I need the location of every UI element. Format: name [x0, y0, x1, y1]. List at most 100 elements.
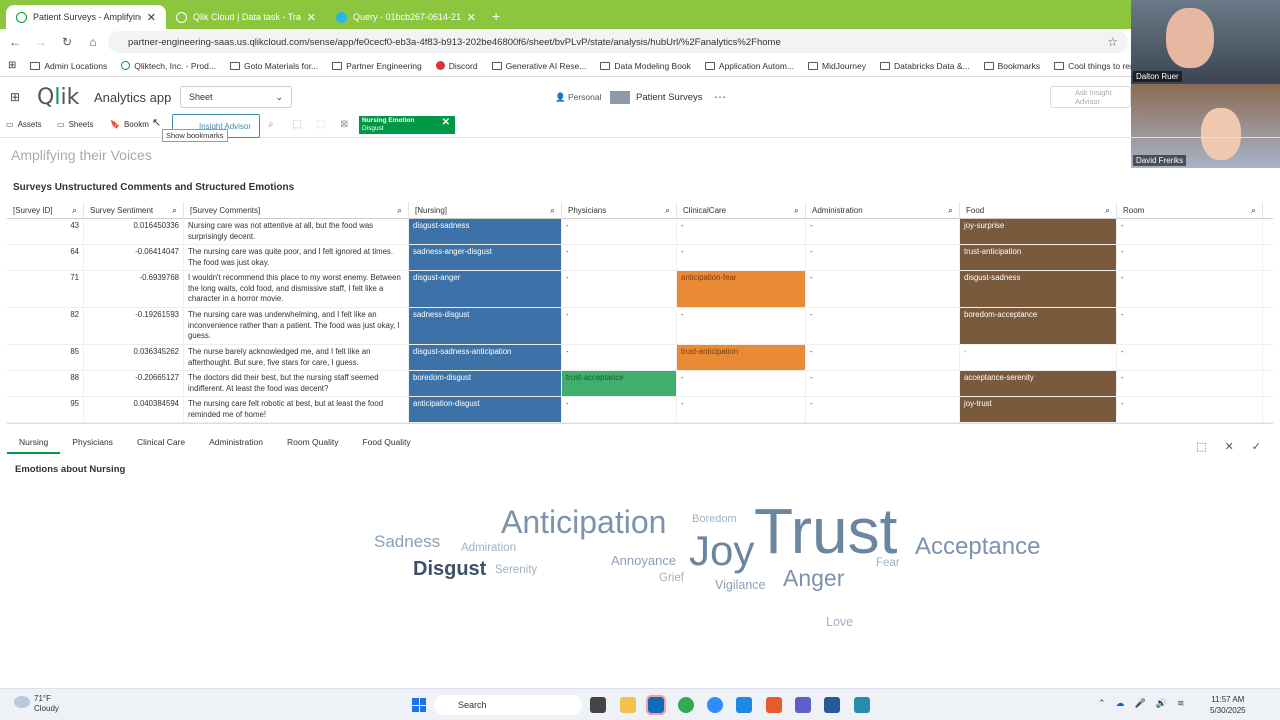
- table-row[interactable]: 82 -0.19261593 The nursing care was underw…: [7, 308, 1273, 345]
- cell-phys[interactable]: -: [562, 308, 677, 344]
- cell-food[interactable]: joy-surprise: [960, 219, 1117, 244]
- bookmark-item[interactable]: MidJourney: [808, 61, 866, 71]
- cell-clin[interactable]: -: [677, 371, 806, 396]
- close-tab-icon[interactable]: ✕: [467, 11, 476, 24]
- word-annoyance[interactable]: Annoyance: [611, 553, 676, 568]
- clear-selection-icon[interactable]: ✕: [442, 118, 450, 128]
- header-clinicalcare[interactable]: ClinicalCare ⌕: [677, 202, 806, 219]
- selection-chip[interactable]: Nursing Emotion Disgust ✕: [359, 116, 455, 134]
- bookmark-item[interactable]: Generative AI Rese...: [491, 61, 586, 71]
- cell-phys[interactable]: trust-acceptance: [562, 371, 677, 396]
- bookmark-item[interactable]: Bookmarks: [983, 61, 1040, 71]
- cell-food[interactable]: trust-anticipation: [960, 245, 1117, 270]
- bookmark-item[interactable]: Databricks Data &...: [879, 61, 970, 71]
- sheets-button[interactable]: ▭ Sheets: [57, 120, 93, 129]
- word-admiration[interactable]: Admiration: [461, 542, 516, 554]
- bookmark-star-icon[interactable]: ☆: [1107, 35, 1118, 49]
- cell-clin[interactable]: anticipation-fear: [677, 271, 806, 307]
- windows-start-icon[interactable]: [412, 698, 426, 712]
- apps-grid-icon[interactable]: ⊞: [8, 60, 16, 71]
- search-icon[interactable]: ⌕: [397, 205, 402, 216]
- cell-nursing[interactable]: boredom-disgust: [409, 371, 562, 396]
- header-comments[interactable]: [Survey Comments] ⌕: [184, 202, 409, 219]
- cell-phys[interactable]: -: [562, 397, 677, 422]
- word-anger[interactable]: Anger: [783, 565, 844, 592]
- cell-clin[interactable]: -: [677, 308, 806, 344]
- cell-clin[interactable]: -: [677, 245, 806, 270]
- header-nursing[interactable]: [Nursing] ⌕: [409, 202, 562, 219]
- close-tab-icon[interactable]: ✕: [147, 11, 156, 24]
- cell-nursing[interactable]: disgust-anger: [409, 271, 562, 307]
- personal-space[interactable]: 👤 Personal: [555, 92, 602, 103]
- chevron-up-icon[interactable]: ⌃: [1098, 698, 1106, 709]
- bookmark-item[interactable]: Goto Materials for...: [229, 61, 318, 71]
- forward-icon[interactable]: →: [34, 35, 48, 49]
- word-disgust[interactable]: Disgust: [413, 558, 486, 581]
- cell-food[interactable]: disgust-sadness: [960, 271, 1117, 307]
- header-sentiment[interactable]: Survey Sentiment ⌕: [84, 202, 184, 219]
- word-love[interactable]: Love: [826, 615, 853, 629]
- table-row[interactable]: 88 -0.20665127 The doctors did their best,…: [7, 371, 1273, 397]
- header-administration[interactable]: Administration ⌕: [806, 202, 960, 219]
- word-icon[interactable]: [824, 697, 840, 713]
- zoom-icon[interactable]: [707, 697, 723, 713]
- cell-clin[interactable]: -: [677, 397, 806, 422]
- header-food[interactable]: Food ⌕: [960, 202, 1117, 219]
- assets-button[interactable]: ▭ Assets: [6, 120, 42, 129]
- bookmark-item[interactable]: Partner Engineering: [332, 61, 422, 71]
- app-launcher-icon[interactable]: ⊞: [10, 90, 20, 104]
- word-grief[interactable]: Grief: [659, 572, 684, 584]
- search-icon[interactable]: ⌕: [665, 205, 670, 216]
- browser-tab-query[interactable]: Query - 01bcb267-0614-210a- ✕: [326, 5, 486, 29]
- task-view-icon[interactable]: [590, 697, 606, 713]
- cell-nursing[interactable]: anticipation-disgust: [409, 397, 562, 422]
- cell-clin[interactable]: trust-anticipation: [677, 345, 806, 370]
- word-fear[interactable]: Fear: [876, 557, 900, 569]
- browser-tab-qlik-cloud[interactable]: Qlik Cloud | Data task - Transfo ✕: [166, 5, 326, 29]
- chrome-icon[interactable]: [678, 697, 694, 713]
- cell-phys[interactable]: -: [562, 219, 677, 244]
- cell-phys[interactable]: -: [562, 245, 677, 270]
- more-options-icon[interactable]: ⋯: [714, 90, 726, 104]
- microphone-icon[interactable]: 🎤: [1135, 698, 1146, 709]
- reload-icon[interactable]: ↻: [60, 35, 74, 49]
- url-field[interactable]: partner-engineering-saas.us.qlikcloud.co…: [108, 31, 1128, 53]
- cell-nursing[interactable]: disgust-sadness: [409, 219, 562, 244]
- bookmark-item[interactable]: Admin Locations: [30, 61, 107, 71]
- table-row[interactable]: 95 0.040384594 The nursing care felt robot…: [7, 397, 1273, 423]
- header-survey-id[interactable]: [Survey ID] ⌕: [7, 202, 84, 219]
- qlik-logo[interactable]: Qlik: [37, 85, 79, 110]
- selection-tool-icon[interactable]: ⬚: [292, 119, 301, 130]
- table-row[interactable]: 71 -0.6939768 I wouldn't recommend this pl…: [7, 271, 1273, 308]
- word-vigilance[interactable]: Vigilance: [715, 578, 766, 592]
- wifi-icon[interactable]: ≋: [1177, 698, 1185, 709]
- cell-phys[interactable]: -: [562, 271, 677, 307]
- search-icon[interactable]: ⌕: [72, 205, 77, 216]
- table-row[interactable]: 43 0.016450336 Nursing care was not attent…: [7, 219, 1273, 245]
- table-row[interactable]: 85 0.036345262 The nurse barely acknowledg…: [7, 345, 1273, 371]
- remote-desktop-icon[interactable]: [736, 697, 752, 713]
- cell-food[interactable]: -: [960, 345, 1117, 370]
- cell-nursing[interactable]: sadness-disgust: [409, 308, 562, 344]
- cell-nursing[interactable]: disgust-sadness-anticipation: [409, 345, 562, 370]
- system-clock[interactable]: 11:57 AM 5/30/2025: [1210, 694, 1246, 716]
- sheet-dropdown[interactable]: Sheet ⌄: [180, 86, 292, 108]
- cell-food[interactable]: acceptance-serenity: [960, 371, 1117, 396]
- word-acceptance[interactable]: Acceptance: [915, 533, 1040, 561]
- volume-icon[interactable]: 🔊: [1156, 698, 1167, 709]
- cell-clin[interactable]: -: [677, 219, 806, 244]
- bookmark-item[interactable]: Discord: [435, 61, 478, 71]
- search-icon[interactable]: ⌕: [948, 205, 953, 216]
- outlook-icon[interactable]: [646, 695, 666, 715]
- cell-phys[interactable]: -: [562, 345, 677, 370]
- cell-food[interactable]: joy-trust: [960, 397, 1117, 422]
- bookmark-item[interactable]: Data Modeling Book: [600, 61, 691, 71]
- new-tab-icon[interactable]: +: [492, 8, 500, 24]
- word-sadness[interactable]: Sadness: [374, 532, 440, 552]
- close-tab-icon[interactable]: ✕: [307, 11, 316, 24]
- header-physicians[interactable]: Physicians ⌕: [562, 202, 677, 219]
- bookmark-item[interactable]: Qliktech, Inc. - Prod...: [121, 61, 216, 71]
- step-back-icon[interactable]: ⬚: [316, 119, 325, 130]
- smart-search-icon[interactable]: ⌕: [268, 119, 274, 130]
- cell-nursing[interactable]: sadness-anger-disgust: [409, 245, 562, 270]
